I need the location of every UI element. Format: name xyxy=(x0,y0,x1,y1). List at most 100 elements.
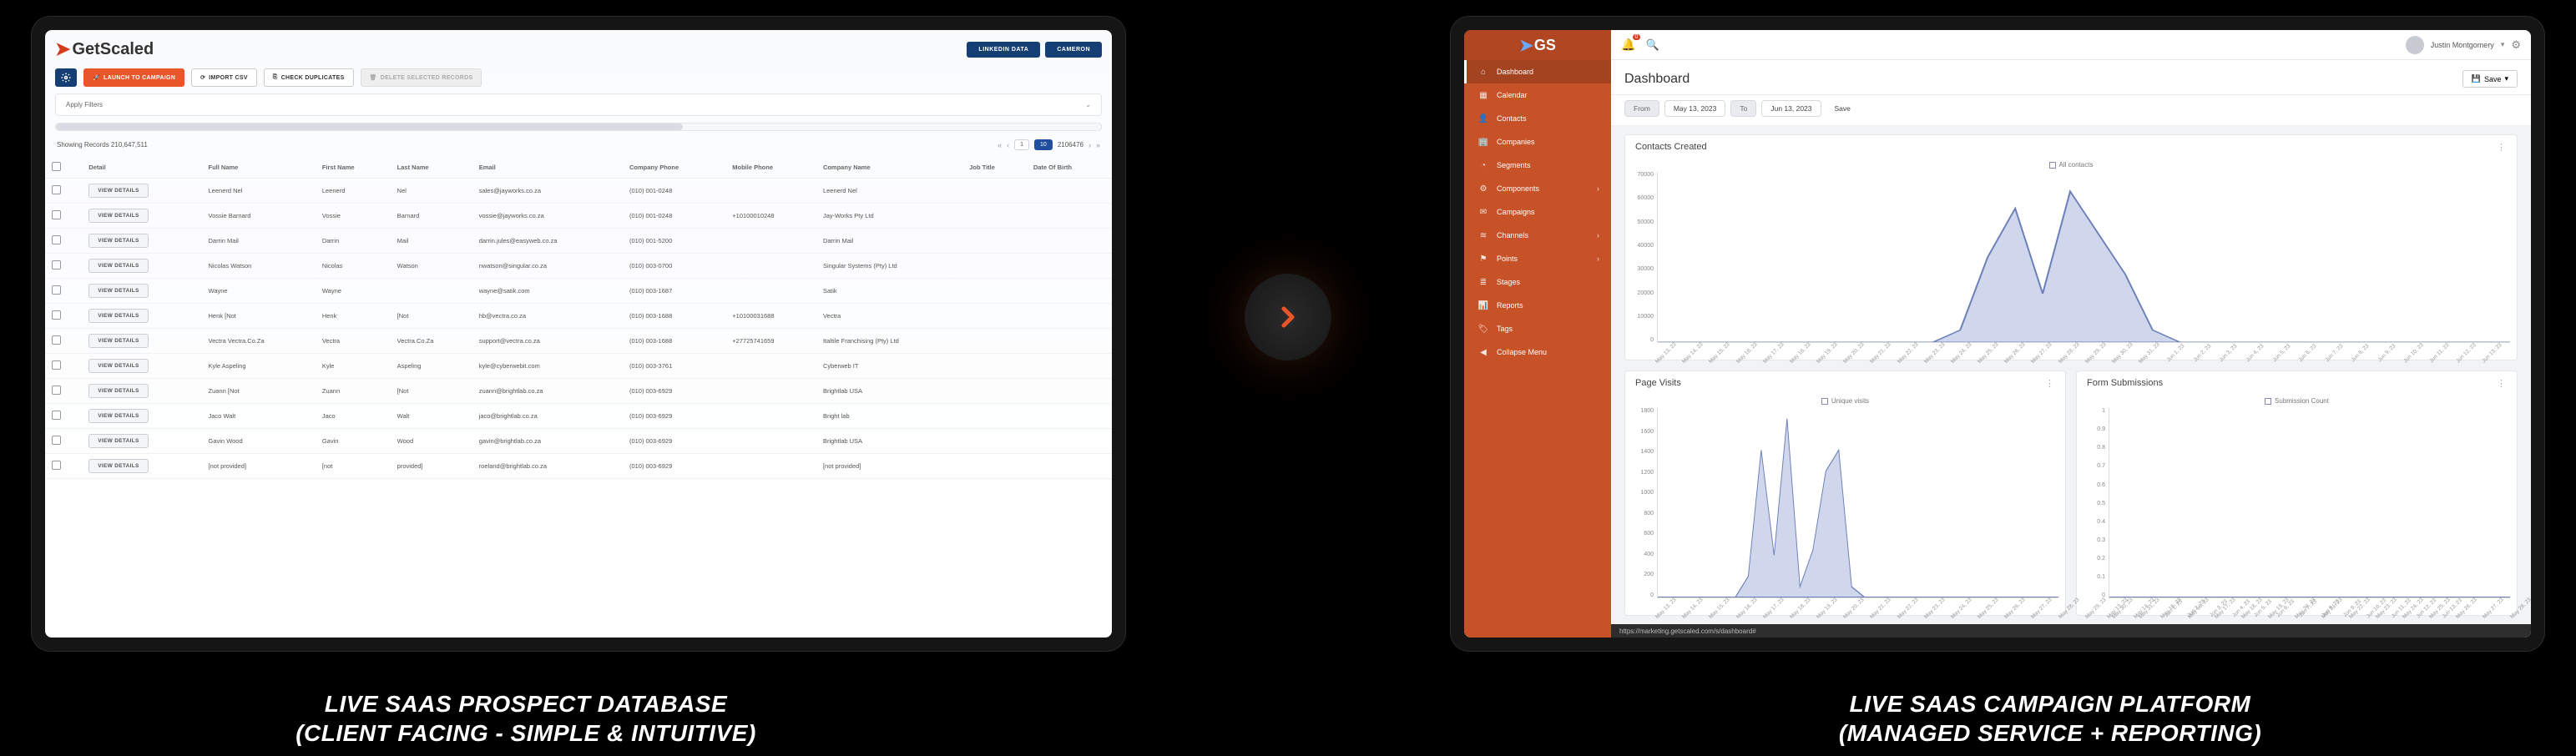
contacts-created-card: Contacts Created⋮ All contacts 700006000… xyxy=(1624,134,2518,360)
launch-to-campaign-button[interactable]: 🚀LAUNCH TO CAMPAIGN xyxy=(83,68,184,87)
date-save-button[interactable]: Save xyxy=(1826,101,1859,116)
gear-icon[interactable]: ⚙ xyxy=(2511,38,2521,52)
sidebar-item-tags[interactable]: 🏷Tags xyxy=(1464,317,1611,340)
view-details-button[interactable]: VIEW DETAILS xyxy=(88,234,148,248)
avatar[interactable] xyxy=(2406,36,2424,54)
row-checkbox[interactable] xyxy=(52,185,61,194)
notifications-button[interactable]: 🔔 0 xyxy=(1621,38,1635,52)
row-checkbox[interactable] xyxy=(52,360,61,370)
row-checkbox[interactable] xyxy=(52,235,61,244)
horizontal-scrollbar[interactable] xyxy=(55,123,1102,131)
page-title: Dashboard xyxy=(1624,72,1690,87)
row-checkbox[interactable] xyxy=(52,310,61,320)
user-name[interactable]: Justin Montgomery xyxy=(2431,41,2494,49)
column-header[interactable]: Company Name xyxy=(816,157,962,179)
table-row: VIEW DETAILS Vectra Vectra.Co.ZaVectraVe… xyxy=(45,329,1112,354)
column-header[interactable]: Company Phone xyxy=(623,157,725,179)
view-details-button[interactable]: VIEW DETAILS xyxy=(88,334,148,348)
view-details-button[interactable]: VIEW DETAILS xyxy=(88,384,148,398)
view-details-button[interactable]: VIEW DETAILS xyxy=(88,459,148,473)
column-header[interactable]: Last Name xyxy=(391,157,472,179)
sidebar-item-label: Tags xyxy=(1497,325,1513,333)
card-menu-icon[interactable]: ⋮ xyxy=(2045,378,2055,389)
sidebar-item-calendar[interactable]: ▦Calendar xyxy=(1464,83,1611,107)
sidebar-item-contacts[interactable]: 👤Contacts xyxy=(1464,107,1611,130)
row-checkbox[interactable] xyxy=(52,411,61,420)
logo-text: GetScaled xyxy=(72,40,154,59)
sidebar-item-companies[interactable]: 🏢Companies xyxy=(1464,130,1611,154)
card-menu-icon[interactable]: ⋮ xyxy=(2497,378,2507,389)
column-header[interactable]: Full Name xyxy=(202,157,316,179)
legend: Submission Count xyxy=(2077,396,2517,408)
check-duplicates-button[interactable]: ⎘CHECK DUPLICATES xyxy=(264,68,354,87)
select-all-checkbox[interactable] xyxy=(52,162,61,171)
sidebar-item-segments[interactable]: ◔ Segments xyxy=(1464,154,1611,177)
sidebar-item-campaigns[interactable]: ✉Campaigns xyxy=(1464,200,1611,224)
view-details-button[interactable]: VIEW DETAILS xyxy=(88,409,148,423)
card-menu-icon[interactable]: ⋮ xyxy=(2497,142,2507,153)
pager-page-input[interactable]: 1 xyxy=(1014,139,1029,150)
menu-icon-button[interactable] xyxy=(55,68,77,87)
search-icon[interactable]: 🔍 xyxy=(1645,38,1659,52)
row-checkbox[interactable] xyxy=(52,285,61,295)
row-checkbox[interactable] xyxy=(52,386,61,395)
pager-first-icon[interactable]: « xyxy=(998,141,1002,149)
view-details-button[interactable]: VIEW DETAILS xyxy=(88,259,148,273)
filters-bar[interactable]: Apply Filters ⌄ xyxy=(55,93,1102,116)
sidebar-item-collapse-menu[interactable]: ◀Collapse Menu xyxy=(1464,340,1611,364)
table-row: VIEW DETAILS Kyle AspelingKyleAspelingky… xyxy=(45,354,1112,379)
pager-of-chip[interactable]: 10 xyxy=(1034,139,1053,150)
companies-icon: 🏢 xyxy=(1478,137,1488,147)
logo-swoosh-icon: ➤ xyxy=(55,38,70,60)
table-row: VIEW DETAILS Vossie BarnardVossieBarnard… xyxy=(45,204,1112,229)
sidebar-item-label: Segments xyxy=(1497,161,1531,169)
row-checkbox[interactable] xyxy=(52,461,61,470)
segments-icon: ◔ xyxy=(1478,160,1488,170)
sidebar-item-label: Stages xyxy=(1497,278,1520,286)
row-checkbox[interactable] xyxy=(52,436,61,445)
user-chip-button[interactable]: CAMERON xyxy=(1045,42,1102,58)
view-details-button[interactable]: VIEW DETAILS xyxy=(88,359,148,373)
date-to-input[interactable]: Jun 13, 2023 xyxy=(1761,100,1821,117)
chevron-right-icon: › xyxy=(1597,184,1599,193)
row-checkbox[interactable] xyxy=(52,210,61,219)
sidebar-item-components[interactable]: ⚙Components› xyxy=(1464,177,1611,200)
column-header[interactable]: First Name xyxy=(316,157,391,179)
left-device-frame: ➤ GetScaled LINKEDIN DATA CAMERON 🚀LAUNC… xyxy=(32,17,1125,651)
sidebar-item-stages[interactable]: ≣Stages xyxy=(1464,270,1611,294)
date-range-row: From May 13, 2023 To Jun 13, 2023 Save xyxy=(1611,95,2531,126)
row-checkbox[interactable] xyxy=(52,335,61,345)
view-details-button[interactable]: VIEW DETAILS xyxy=(88,284,148,298)
sidebar-item-dashboard[interactable]: ⌂Dashboard xyxy=(1464,60,1611,83)
delete-selected-button[interactable]: 🗑DELETE SELECTED RECORDS xyxy=(361,68,482,87)
view-details-button[interactable]: VIEW DETAILS xyxy=(88,184,148,198)
import-csv-button[interactable]: ⟳IMPORT CSV xyxy=(191,68,257,87)
pager-next-icon[interactable]: › xyxy=(1088,141,1091,149)
linkedin-data-button[interactable]: LINKEDIN DATA xyxy=(967,42,1040,58)
row-checkbox[interactable] xyxy=(52,260,61,270)
save-dashboard-button[interactable]: 💾Save▾ xyxy=(2462,70,2518,88)
column-header[interactable]: Email xyxy=(472,157,623,179)
view-details-button[interactable]: VIEW DETAILS xyxy=(88,309,148,323)
sidebar-item-points[interactable]: ⚑Points› xyxy=(1464,247,1611,270)
sidebar-brand: ➤ G S xyxy=(1464,30,1611,60)
column-header[interactable]: Mobile Phone xyxy=(725,157,816,179)
column-header[interactable]: Job Title xyxy=(962,157,1027,179)
pager-last-icon[interactable]: » xyxy=(1096,141,1100,149)
column-header[interactable]: Date Of Birth xyxy=(1027,157,1112,179)
chevron-down-icon[interactable]: ▾ xyxy=(2501,40,2505,49)
sidebar: ➤ G S ⌂Dashboard▦Calendar👤Contacts🏢Compa… xyxy=(1464,30,1611,638)
left-caption: LIVE SAAS PROSPECT DATABASE (CLIENT FACI… xyxy=(234,689,818,748)
brand-swoosh-icon: ➤ xyxy=(1519,35,1533,56)
view-details-button[interactable]: VIEW DETAILS xyxy=(88,434,148,448)
sidebar-item-label: Reports xyxy=(1497,301,1523,310)
column-header[interactable]: Detail xyxy=(82,157,201,179)
right-device-frame: ➤ G S ⌂Dashboard▦Calendar👤Contacts🏢Compa… xyxy=(1451,17,2544,651)
view-details-button[interactable]: VIEW DETAILS xyxy=(88,209,148,223)
pager-prev-icon[interactable]: ‹ xyxy=(1007,141,1009,149)
date-from-input[interactable]: May 13, 2023 xyxy=(1664,100,1726,117)
sidebar-item-channels[interactable]: ≋Channels› xyxy=(1464,224,1611,247)
sidebar-item-label: Calendar xyxy=(1497,91,1528,99)
sidebar-item-reports[interactable]: 📊Reports xyxy=(1464,294,1611,317)
topbar: 🔔 0 🔍 Justin Montgomery ▾ ⚙ xyxy=(1611,30,2531,60)
